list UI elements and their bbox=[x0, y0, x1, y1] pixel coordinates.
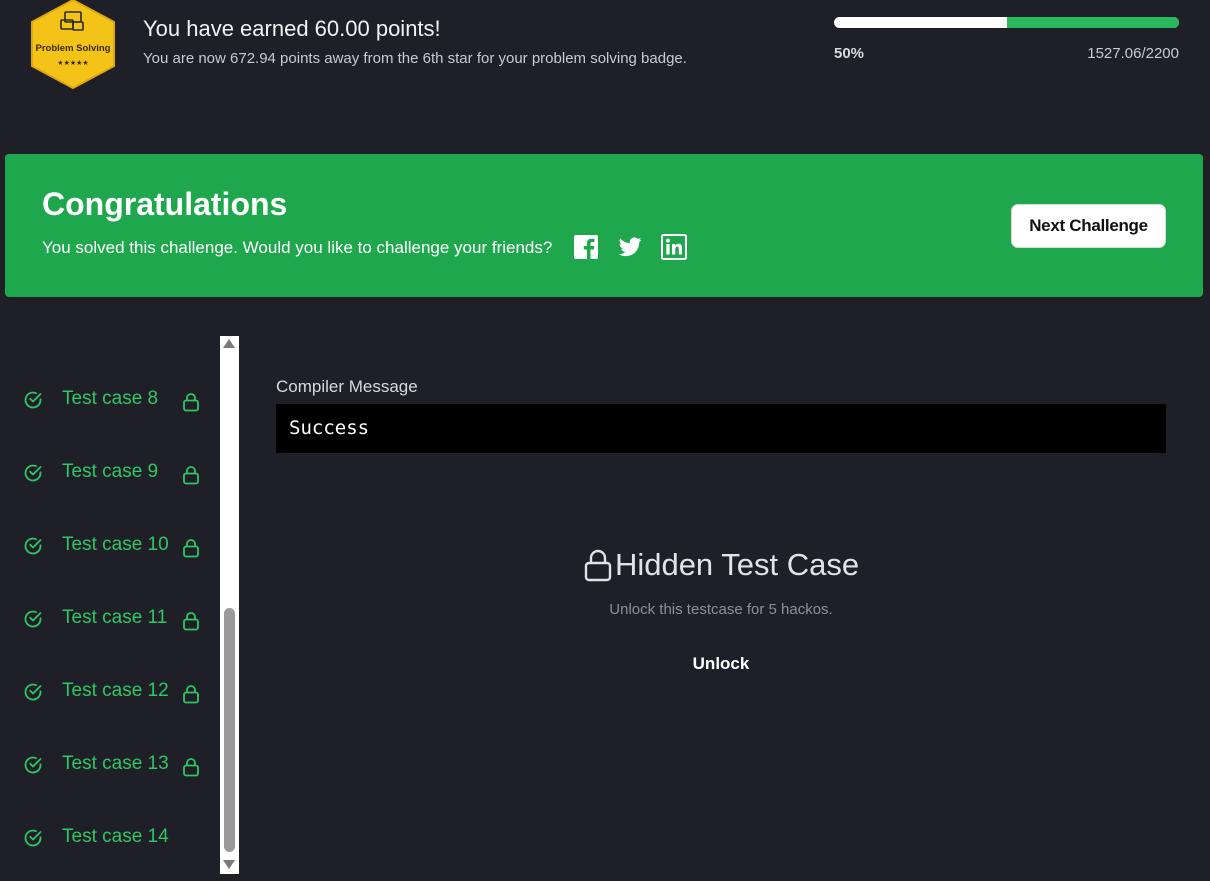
badge-label: Problem Solving bbox=[36, 43, 111, 54]
test-case-item[interactable]: Test case 8 bbox=[0, 380, 220, 420]
test-case-item[interactable]: Test case 10 bbox=[0, 526, 220, 566]
hidden-test-case-title: Hidden Test Case bbox=[614, 547, 860, 582]
scroll-down-arrow-icon[interactable] bbox=[223, 860, 235, 869]
check-circle-icon bbox=[24, 391, 42, 409]
points-header: Problem Solving ★★★★★ You have earned 60… bbox=[0, 0, 1210, 120]
lock-icon bbox=[183, 393, 199, 412]
test-case-label: Test case 13 bbox=[62, 753, 169, 774]
lock-icon bbox=[584, 549, 612, 582]
badge-progress-fill bbox=[1006, 17, 1179, 28]
lock-icon bbox=[183, 539, 199, 558]
test-case-scrollbar[interactable] bbox=[220, 336, 239, 874]
linkedin-icon[interactable] bbox=[661, 234, 687, 260]
check-circle-icon bbox=[24, 756, 42, 774]
problem-solving-badge-icon: Problem Solving ★★★★★ bbox=[31, 0, 115, 90]
points-earned-subtitle: You are now 672.94 points away from the … bbox=[143, 50, 687, 67]
banner-subtitle: You solved this challenge. Would you lik… bbox=[42, 238, 553, 257]
test-case-label: Test case 12 bbox=[62, 680, 169, 701]
compiler-output-text: Success bbox=[289, 417, 370, 439]
test-case-item[interactable]: Test case 9 bbox=[0, 453, 220, 493]
test-case-list: Test case 8 Test case 9 Test case 10 Tes… bbox=[0, 336, 220, 876]
test-case-label: Test case 8 bbox=[62, 388, 159, 409]
unlock-button[interactable]: Unlock bbox=[676, 652, 766, 676]
test-case-label: Test case 14 bbox=[62, 826, 169, 847]
lock-icon bbox=[183, 612, 199, 631]
lock-icon bbox=[183, 466, 199, 485]
scrollbar-thumb[interactable] bbox=[224, 608, 235, 852]
progress-score: 1527.06/2200 bbox=[1087, 45, 1179, 62]
check-circle-icon bbox=[24, 683, 42, 701]
test-case-label: Test case 10 bbox=[62, 534, 169, 555]
hidden-test-case-heading: Hidden Test Case bbox=[276, 545, 1166, 585]
test-case-label: Test case 9 bbox=[62, 461, 159, 482]
test-case-item[interactable]: Test case 11 bbox=[0, 599, 220, 639]
check-circle-icon bbox=[24, 464, 42, 482]
progress-percent: 50% bbox=[834, 45, 865, 62]
check-circle-icon bbox=[24, 829, 42, 847]
test-case-item[interactable]: Test case 14 bbox=[0, 818, 220, 858]
test-case-item[interactable]: Test case 13 bbox=[0, 745, 220, 785]
lock-icon bbox=[183, 758, 199, 777]
scroll-up-arrow-icon[interactable] bbox=[223, 339, 235, 348]
lock-icon bbox=[183, 685, 199, 704]
test-case-label: Test case 11 bbox=[62, 607, 168, 628]
test-case-item[interactable]: Test case 12 bbox=[0, 672, 220, 712]
badge-stars: ★★★★★ bbox=[57, 59, 88, 67]
compiler-output-box: Success bbox=[276, 404, 1166, 453]
compiler-message-label: Compiler Message bbox=[276, 377, 418, 396]
check-circle-icon bbox=[24, 537, 42, 555]
next-challenge-button[interactable]: Next Challenge bbox=[1011, 204, 1166, 248]
congratulations-banner: Congratulations You solved this challeng… bbox=[5, 154, 1203, 297]
check-circle-icon bbox=[24, 610, 42, 628]
facebook-icon[interactable] bbox=[573, 234, 599, 260]
banner-title: Congratulations bbox=[42, 186, 288, 222]
unlock-description: Unlock this testcase for 5 hackos. bbox=[609, 601, 833, 618]
badge-progress-bar bbox=[834, 17, 1179, 28]
points-earned-title: You have earned 60.00 points! bbox=[143, 16, 441, 41]
twitter-icon[interactable] bbox=[617, 234, 643, 260]
